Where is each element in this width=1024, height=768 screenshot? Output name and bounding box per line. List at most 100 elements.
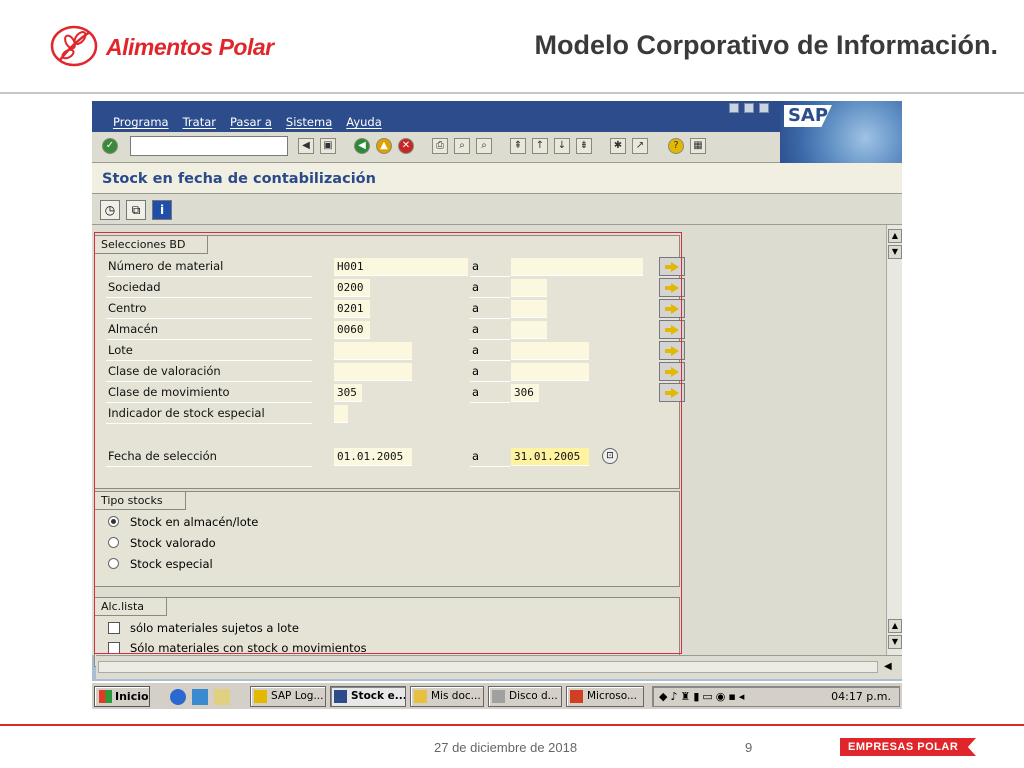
- task-sap-logon[interactable]: SAP Log...: [250, 686, 326, 707]
- info-icon[interactable]: i: [152, 200, 172, 220]
- shortcut-icon[interactable]: ↗: [632, 138, 648, 154]
- label-special-stock: Indicador de stock especial: [106, 406, 312, 424]
- label-movement-type: Clase de movimiento: [106, 385, 312, 403]
- plant-to-input[interactable]: [511, 300, 547, 318]
- task-microsoft[interactable]: Microso...: [566, 686, 644, 707]
- enter-icon[interactable]: ✓: [102, 138, 118, 154]
- batch-from-input[interactable]: [334, 342, 412, 360]
- slide-title: Modelo Corporativo de Información.: [534, 30, 998, 60]
- storage-from-input[interactable]: 0060: [334, 321, 370, 339]
- find-icon[interactable]: ⌕: [454, 138, 470, 154]
- checkbox-icon[interactable]: [108, 622, 120, 634]
- row-company: Sociedad 0200 a: [106, 278, 685, 298]
- radio-icon[interactable]: [108, 537, 119, 548]
- to-label: a: [470, 322, 510, 340]
- help-icon[interactable]: ?: [668, 138, 684, 154]
- radio-label: Stock en almacén/lote: [130, 515, 259, 529]
- menu-items: Programa Tratar Pasar a Sistema Ayuda: [113, 115, 396, 129]
- date-to-input[interactable]: 31.01.2005: [511, 448, 589, 466]
- next-page-icon[interactable]: ↓: [554, 138, 570, 154]
- row-batch: Lote a: [106, 341, 685, 361]
- task-stock[interactable]: Stock e...: [330, 686, 406, 707]
- calendar-help-icon[interactable]: ⊡: [602, 448, 618, 464]
- print-icon[interactable]: ⎙: [432, 138, 448, 154]
- plant-from-input[interactable]: 0201: [334, 300, 370, 318]
- find-next-icon[interactable]: ⌕: [476, 138, 492, 154]
- multiple-selection-icon[interactable]: [659, 362, 685, 381]
- desktop-icon[interactable]: [214, 689, 230, 705]
- task-disk[interactable]: Disco d...: [488, 686, 562, 707]
- valuation-to-input[interactable]: [511, 363, 589, 381]
- command-field[interactable]: [130, 136, 288, 156]
- outlook-icon[interactable]: [192, 689, 208, 705]
- date-from-input[interactable]: 01.01.2005: [334, 448, 412, 466]
- company-to-input[interactable]: [511, 279, 547, 297]
- save-icon[interactable]: ▣: [320, 138, 336, 154]
- empresas-polar-logo: EMPRESAS POLAR: [840, 738, 976, 756]
- multiple-selection-icon[interactable]: [659, 257, 685, 276]
- company-from-input[interactable]: 0200: [334, 279, 370, 297]
- standard-toolbar: ✓ ◀ ▣ ◀ ▲ ✕ ⎙ ⌕ ⌕ ⇞ ↑ ↓ ⇟ ✱ ↗ ? ▦: [92, 132, 780, 163]
- horizontal-scrollbar[interactable]: ◀: [96, 655, 902, 679]
- minimize-icon[interactable]: [729, 103, 739, 113]
- logo-text: Alimentos Polar: [106, 33, 274, 60]
- footer-divider: [0, 724, 1024, 726]
- storage-to-input[interactable]: [511, 321, 547, 339]
- to-label: a: [470, 364, 510, 382]
- to-label: a: [470, 385, 510, 403]
- scroll-left-icon[interactable]: ◀: [884, 661, 892, 672]
- internet-explorer-icon[interactable]: [170, 689, 186, 705]
- scroll-down-icon[interactable]: ▼: [888, 635, 902, 649]
- cancel-icon[interactable]: ✕: [398, 138, 414, 154]
- multiple-selection-icon[interactable]: [659, 299, 685, 318]
- folder-icon: [414, 690, 427, 703]
- variants-icon[interactable]: ⧉: [126, 200, 146, 220]
- back-icon[interactable]: ◀: [354, 138, 370, 154]
- valuation-from-input[interactable]: [334, 363, 412, 381]
- header-divider: [0, 92, 1024, 94]
- row-storage: Almacén 0060 a: [106, 320, 685, 340]
- menu-programa[interactable]: Programa: [113, 115, 169, 129]
- movement-to-input[interactable]: 306: [511, 384, 539, 402]
- checkbox-icon[interactable]: [108, 642, 120, 654]
- layout-menu-icon[interactable]: ▦: [690, 138, 706, 154]
- row-valuation-type: Clase de valoración a: [106, 362, 685, 382]
- previous-page-icon[interactable]: ↑: [532, 138, 548, 154]
- multiple-selection-icon[interactable]: [659, 341, 685, 360]
- material-to-input[interactable]: [511, 258, 643, 276]
- start-button[interactable]: Inicio: [94, 686, 150, 707]
- menu-sistema[interactable]: Sistema: [286, 115, 332, 129]
- system-tray: ◆♪♜▮▭◉▪◂ 04:17 p.m.: [652, 686, 900, 707]
- special-stock-input[interactable]: [334, 405, 348, 423]
- multiple-selection-icon[interactable]: [659, 383, 685, 402]
- material-from-input[interactable]: H001: [334, 258, 468, 276]
- movement-from-input[interactable]: 305: [334, 384, 362, 402]
- execute-icon[interactable]: ◷: [100, 200, 120, 220]
- history-icon[interactable]: ◀: [298, 138, 314, 154]
- vertical-scrollbar[interactable]: ▲ ▼ ▲ ▼: [886, 225, 902, 655]
- batch-to-input[interactable]: [511, 342, 589, 360]
- exit-icon[interactable]: ▲: [376, 138, 392, 154]
- last-page-icon[interactable]: ⇟: [576, 138, 592, 154]
- scroll-track[interactable]: [98, 661, 878, 673]
- tray-icons[interactable]: ◆♪♜▮▭◉▪◂: [659, 690, 747, 703]
- scroll-up-icon[interactable]: ▲: [888, 229, 902, 243]
- alimentos-polar-logo: Alimentos Polar: [50, 24, 274, 70]
- to-label: a: [470, 280, 510, 298]
- radio-icon[interactable]: [108, 558, 119, 569]
- sap-logon-icon: [254, 690, 267, 703]
- maximize-icon[interactable]: [744, 103, 754, 113]
- close-icon[interactable]: [759, 103, 769, 113]
- first-page-icon[interactable]: ⇞: [510, 138, 526, 154]
- menu-pasar-a[interactable]: Pasar a: [230, 115, 272, 129]
- menu-tratar[interactable]: Tratar: [183, 115, 216, 129]
- scroll-down-icon[interactable]: ▼: [888, 245, 902, 259]
- task-my-documents[interactable]: Mis doc...: [410, 686, 484, 707]
- label-batch: Lote: [106, 343, 312, 361]
- scroll-up-icon[interactable]: ▲: [888, 619, 902, 633]
- menu-ayuda[interactable]: Ayuda: [346, 115, 382, 129]
- new-session-icon[interactable]: ✱: [610, 138, 626, 154]
- multiple-selection-icon[interactable]: [659, 278, 685, 297]
- multiple-selection-icon[interactable]: [659, 320, 685, 339]
- radio-selected-icon[interactable]: [108, 516, 119, 527]
